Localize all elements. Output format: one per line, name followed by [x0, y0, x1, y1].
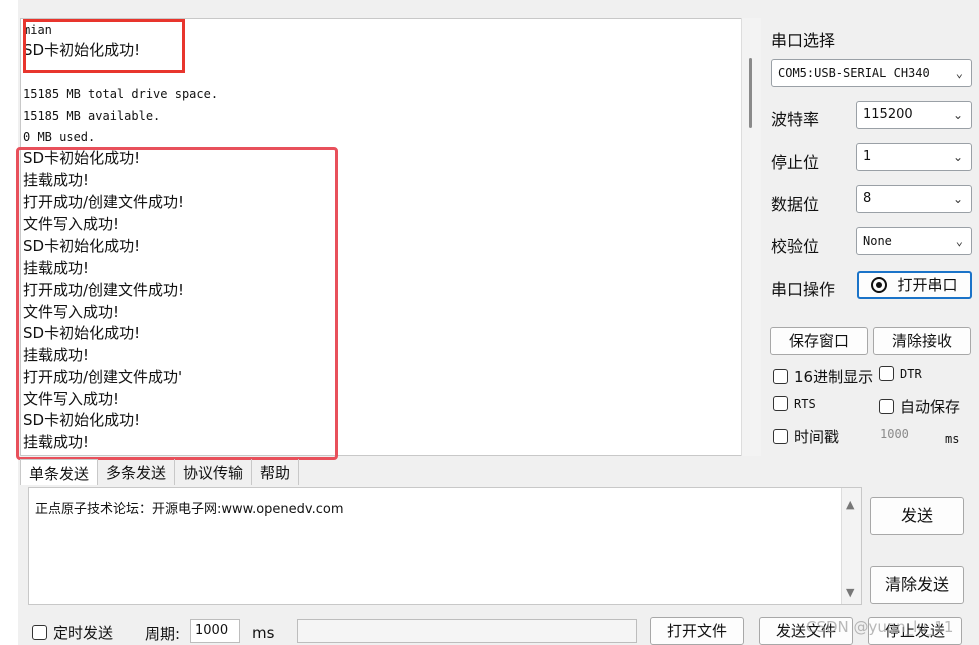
recv-line: 15185 MB available.: [23, 109, 161, 123]
chevron-down-icon: ⌄: [955, 234, 963, 248]
tab-help[interactable]: 帮助: [252, 459, 300, 485]
tab-single-send[interactable]: 单条发送: [20, 459, 99, 485]
auto-save-checkbox[interactable]: 自动保存: [879, 396, 960, 417]
send-scrollbar[interactable]: ▲ ▼: [841, 488, 861, 604]
baud-select[interactable]: 115200 ⌄: [856, 101, 972, 129]
auto-save-label: 自动保存: [900, 398, 961, 416]
port-value: COM5:USB-SERIAL CH340: [778, 66, 930, 80]
timed-send-checkbox[interactable]: 定时发送: [32, 622, 113, 643]
timestamp-checkbox[interactable]: 时间戳: [773, 426, 839, 447]
parity-select[interactable]: None ⌄: [856, 227, 972, 255]
rts-label: RTS: [794, 396, 816, 411]
stop-bits-value: 1: [863, 149, 872, 164]
port-label: 串口选择: [771, 31, 836, 50]
receive-scrollbar[interactable]: [741, 18, 761, 456]
chevron-down-icon: ⌄: [952, 192, 963, 206]
send-tabs: 单条发送 多条发送 协议传输 帮助: [20, 459, 300, 485]
baud-label: 波特率: [771, 110, 820, 129]
data-bits-value: 8: [863, 191, 872, 206]
highlight-box-top: [23, 19, 185, 73]
parity-label: 校验位: [771, 237, 820, 256]
tab-multi-send[interactable]: 多条发送: [98, 459, 176, 485]
port-op-label: 串口操作: [771, 280, 836, 299]
dtr-label: DTR: [900, 366, 922, 381]
rts-checkbox[interactable]: RTS: [773, 396, 816, 411]
data-bits-select[interactable]: 8 ⌄: [856, 185, 972, 213]
chevron-down-icon: ⌄: [955, 66, 963, 80]
checkbox-icon: [773, 369, 788, 384]
send-button[interactable]: 发送: [870, 497, 964, 535]
hex-display-label: 16进制显示: [794, 368, 874, 386]
timestamp-label: 时间戳: [794, 428, 840, 446]
open-file-button[interactable]: 打开文件: [650, 617, 744, 645]
checkbox-icon: [879, 399, 894, 414]
period-input[interactable]: 1000: [190, 619, 240, 643]
recv-line: 15185 MB total drive space.: [23, 87, 219, 101]
scroll-up-icon[interactable]: ▲: [846, 498, 854, 511]
timestamp-ms-unit: ms: [945, 432, 960, 446]
checkbox-icon: [879, 366, 894, 381]
scroll-down-icon[interactable]: ▼: [846, 586, 854, 599]
save-window-button[interactable]: 保存窗口: [770, 327, 868, 355]
clear-receive-button[interactable]: 清除接收: [873, 327, 971, 355]
tab-protocol[interactable]: 协议传输: [175, 459, 253, 485]
checkbox-icon: [773, 396, 788, 411]
timed-send-label: 定时发送: [53, 624, 114, 642]
open-port-label: 打开串口: [897, 276, 958, 294]
hex-display-checkbox[interactable]: 16进制显示: [773, 366, 873, 387]
highlight-box-main: [16, 147, 338, 460]
open-port-button[interactable]: 打开串口: [857, 271, 972, 299]
chevron-down-icon: ⌄: [952, 108, 963, 122]
dtr-checkbox[interactable]: DTR: [879, 366, 922, 381]
checkbox-icon: [773, 429, 788, 444]
stop-bits-select[interactable]: 1 ⌄: [856, 143, 972, 171]
port-select[interactable]: COM5:USB-SERIAL CH340 ⌄: [771, 59, 972, 87]
period-ms-unit: ms: [252, 624, 275, 642]
scrollbar-thumb[interactable]: [749, 58, 752, 128]
clear-send-button[interactable]: 清除发送: [870, 566, 964, 604]
radio-icon: [871, 277, 888, 293]
chevron-down-icon: ⌄: [952, 150, 963, 164]
parity-value: None: [863, 234, 892, 248]
period-label: 周期:: [145, 625, 181, 643]
send-text: 正点原子技术论坛：开源电子网:www.openedv.com: [35, 502, 344, 517]
data-bits-label: 数据位: [771, 195, 820, 214]
send-progress-bar: [297, 619, 637, 643]
recv-line: 0 MB used.: [23, 130, 96, 144]
checkbox-icon: [32, 625, 47, 640]
baud-value: 115200: [863, 107, 913, 122]
watermark: CSDN @yuan_lu_11: [806, 618, 954, 636]
timestamp-ms-input[interactable]: 1000: [880, 427, 909, 441]
stop-bits-label: 停止位: [771, 153, 820, 172]
send-textarea[interactable]: 正点原子技术论坛：开源电子网:www.openedv.com ▲ ▼: [28, 487, 862, 605]
